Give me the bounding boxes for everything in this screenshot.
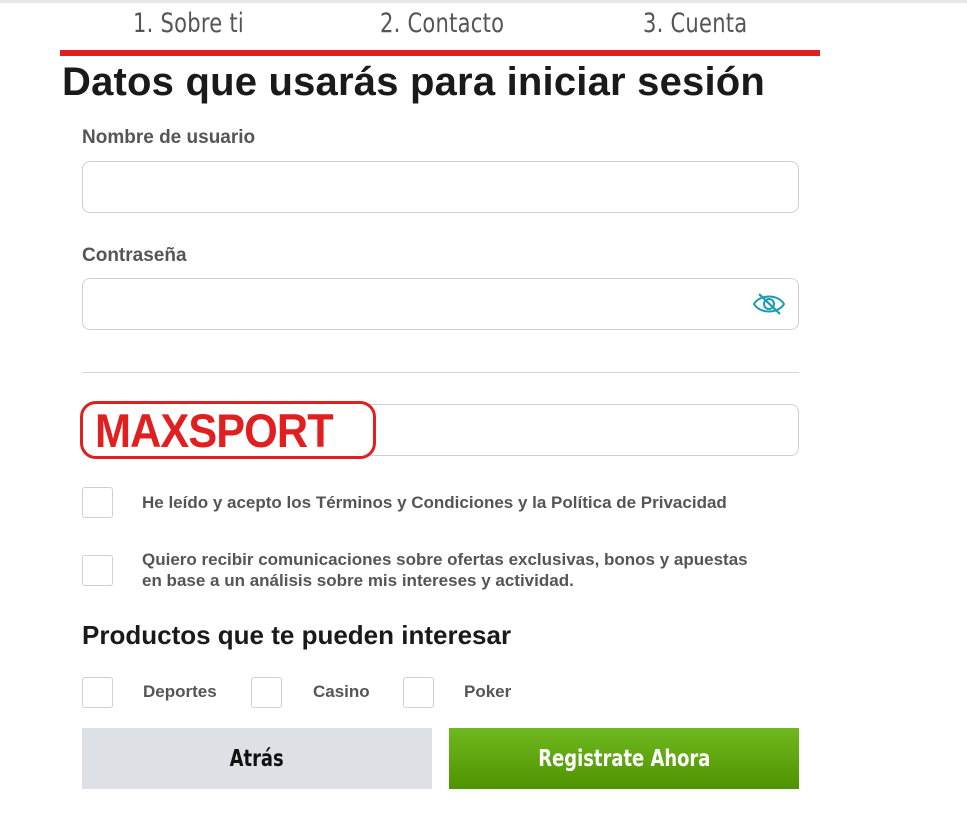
terms-label: He leído y acepto los Términos y Condici… — [142, 493, 727, 512]
terms-checkbox[interactable] — [82, 487, 113, 518]
username-input[interactable] — [82, 161, 799, 213]
maxsport-logo: MAXSPORT — [80, 401, 376, 459]
section-divider — [82, 372, 799, 373]
eye-slash-icon — [752, 293, 786, 315]
progress-bar — [60, 50, 820, 56]
password-input[interactable] — [82, 278, 799, 330]
register-button-label: Registrate Ahora — [537, 745, 711, 772]
products-title: Productos que te pueden interesar — [82, 620, 512, 650]
product-casino-checkbox[interactable] — [251, 677, 282, 708]
step-account[interactable]: 3. Cuenta — [643, 8, 747, 39]
toggle-password-visibility-button[interactable] — [749, 284, 789, 324]
communications-label: Quiero recibir comunicaciones sobre ofer… — [142, 550, 748, 590]
product-sports-checkbox[interactable] — [82, 677, 113, 708]
back-button[interactable]: Atrás — [82, 728, 432, 789]
product-sports-label: Deportes — [143, 682, 217, 701]
step-contact[interactable]: 2. Contacto — [380, 8, 504, 39]
password-label: Contraseña — [82, 245, 187, 266]
step-about-you[interactable]: 1. Sobre ti — [133, 8, 244, 39]
logo-wordmark: MAXSPORT — [95, 403, 334, 457]
register-button[interactable]: Registrate Ahora — [449, 728, 799, 789]
communications-checkbox[interactable] — [82, 555, 113, 586]
product-casino-label: Casino — [313, 682, 370, 701]
product-poker-checkbox[interactable] — [403, 677, 434, 708]
page-title: Datos que usarás para iniciar sesión — [62, 60, 766, 104]
product-poker-label: Poker — [464, 682, 512, 701]
username-label: Nombre de usuario — [82, 127, 256, 148]
back-button-label: Atrás — [229, 745, 285, 772]
step-progress: 1. Sobre ti 2. Contacto 3. Cuenta — [60, 0, 820, 56]
